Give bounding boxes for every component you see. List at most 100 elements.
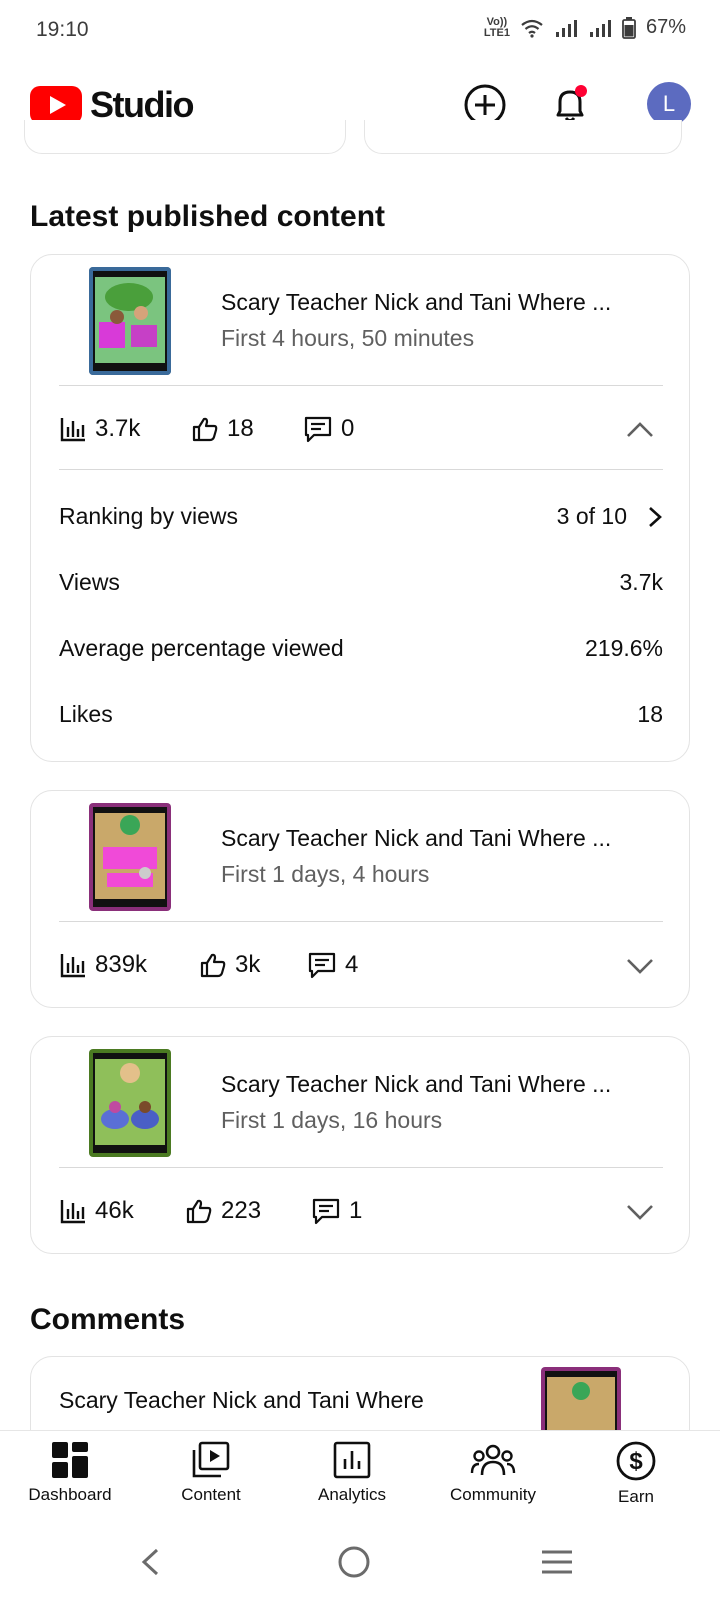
content-icon xyxy=(192,1441,230,1478)
video-timeframe: First 1 days, 4 hours xyxy=(221,861,430,887)
divider xyxy=(59,385,663,386)
likes-count: 18 xyxy=(227,415,254,442)
latest-content-title: Latest published content xyxy=(30,200,386,233)
previous-card-left xyxy=(24,120,346,154)
thumbnail-image xyxy=(89,803,171,911)
community-icon xyxy=(470,1444,516,1476)
likes-row: Likes 18 xyxy=(59,701,663,728)
views-bar-chart-icon xyxy=(60,954,85,978)
likes-stat: 223 xyxy=(185,1197,261,1225)
status-time: 19:10 xyxy=(36,18,89,41)
menu-icon xyxy=(542,1550,572,1574)
views-count: 46k xyxy=(95,1197,134,1224)
nav-analytics[interactable]: Analytics xyxy=(282,1441,422,1505)
analytics-icon xyxy=(333,1441,371,1479)
views-stat: 46k xyxy=(59,1197,134,1225)
views-label: Views xyxy=(59,569,120,595)
video-title: Scary Teacher Nick and Tani Where ... xyxy=(221,1071,612,1097)
thumbnail-image xyxy=(89,267,171,375)
comment-icon xyxy=(312,1198,340,1225)
chevron-down-icon xyxy=(627,1205,653,1220)
views-stat: 3.7k xyxy=(59,415,140,443)
svg-text:$: $ xyxy=(629,1448,643,1475)
thumbs-up-icon xyxy=(192,417,218,442)
ranking-label: Ranking by views xyxy=(59,503,238,529)
views-value: 3.7k xyxy=(619,569,663,595)
nav-label: Dashboard xyxy=(28,1485,112,1504)
divider xyxy=(59,1167,663,1168)
back-icon xyxy=(141,1548,159,1576)
thumbs-up-icon xyxy=(186,1199,212,1224)
nav-earn[interactable]: $ Earn xyxy=(566,1441,706,1507)
system-back-button[interactable] xyxy=(128,1540,172,1584)
likes-stat: 3k xyxy=(199,951,260,979)
views-count: 3.7k xyxy=(95,415,141,442)
comments-count: 1 xyxy=(349,1197,363,1224)
comment-video-title: Scary Teacher Nick and Tani Where xyxy=(59,1387,424,1413)
video-card[interactable]: Scary Teacher Nick and Tani Where ... Fi… xyxy=(30,254,690,762)
signal-icon-1 xyxy=(555,19,577,37)
thumbs-up-icon xyxy=(200,953,226,978)
thumbnail-image xyxy=(89,1049,171,1157)
likes-count: 3k xyxy=(235,951,261,978)
comments-stat: 1 xyxy=(311,1197,362,1225)
ranking-row[interactable]: Ranking by views 3 of 10 xyxy=(59,503,663,530)
video-timeframe: First 1 days, 16 hours xyxy=(221,1107,443,1133)
video-title: Scary Teacher Nick and Tani Where ... xyxy=(221,825,612,851)
status-bar: 19:10 Vo)) LTE1 67% xyxy=(0,0,720,62)
wifi-icon xyxy=(521,19,543,38)
ranking-value: 3 of 10 xyxy=(556,503,627,529)
comments-count: 0 xyxy=(341,415,355,442)
system-menu-button[interactable] xyxy=(535,1540,579,1584)
expand-button[interactable] xyxy=(625,1197,655,1227)
video-title: Scary Teacher Nick and Tani Where ... xyxy=(221,289,612,315)
nav-content[interactable]: Content xyxy=(141,1441,281,1505)
views-stat: 839k xyxy=(59,951,147,979)
video-card[interactable]: Scary Teacher Nick and Tani Where ... Fi… xyxy=(30,790,690,1008)
likes-count: 223 xyxy=(221,1197,262,1224)
views-bar-chart-icon xyxy=(60,1200,85,1224)
nav-dashboard[interactable]: Dashboard xyxy=(0,1441,140,1505)
nav-community[interactable]: Community xyxy=(423,1441,563,1505)
home-circle-icon xyxy=(338,1546,370,1578)
divider xyxy=(59,921,663,922)
battery-icon xyxy=(622,16,636,39)
expand-button[interactable] xyxy=(625,951,655,981)
video-thumbnail[interactable] xyxy=(89,267,171,375)
views-row: Views 3.7k xyxy=(59,569,663,596)
collapse-button[interactable] xyxy=(625,415,655,445)
youtube-logo-icon xyxy=(30,86,82,124)
divider xyxy=(59,469,663,470)
signal-icon-2 xyxy=(589,19,611,37)
system-home-button[interactable] xyxy=(332,1540,376,1584)
comment-icon xyxy=(304,416,332,443)
comment-icon xyxy=(308,952,336,979)
views-count: 839k xyxy=(95,951,148,978)
earn-icon: $ xyxy=(616,1441,656,1481)
video-card[interactable]: Scary Teacher Nick and Tani Where ... Fi… xyxy=(30,1036,690,1254)
chevron-down-icon xyxy=(627,959,653,974)
bottom-navigation: Dashboard Content Analytics Community $ … xyxy=(0,1430,720,1522)
comments-stat: 4 xyxy=(307,951,358,979)
volte-icon: Vo)) LTE1 xyxy=(483,15,510,39)
dashboard-icon xyxy=(52,1442,88,1478)
avg-percentage-label: Average percentage viewed xyxy=(59,635,344,661)
likes-label: Likes xyxy=(59,701,113,727)
avg-percentage-value: 219.6% xyxy=(584,635,663,661)
video-thumbnail[interactable] xyxy=(89,803,171,911)
likes-value: 18 xyxy=(637,701,663,727)
comments-count: 4 xyxy=(345,951,359,978)
battery-percent: 67% xyxy=(645,16,686,38)
previous-card-right xyxy=(364,120,682,154)
views-bar-chart-icon xyxy=(60,418,85,442)
video-thumbnail[interactable] xyxy=(89,1049,171,1157)
video-timeframe: First 4 hours, 50 minutes xyxy=(221,325,475,351)
status-icons: Vo)) LTE1 67% xyxy=(484,16,686,39)
comments-stat: 0 xyxy=(303,415,354,443)
nav-label: Community xyxy=(450,1485,536,1504)
chevron-right-icon xyxy=(649,506,662,527)
nav-label: Analytics xyxy=(317,1485,387,1504)
nav-label: Earn xyxy=(618,1487,654,1506)
avg-percentage-row: Average percentage viewed 219.6% xyxy=(59,635,663,662)
chevron-up-icon xyxy=(627,422,653,437)
